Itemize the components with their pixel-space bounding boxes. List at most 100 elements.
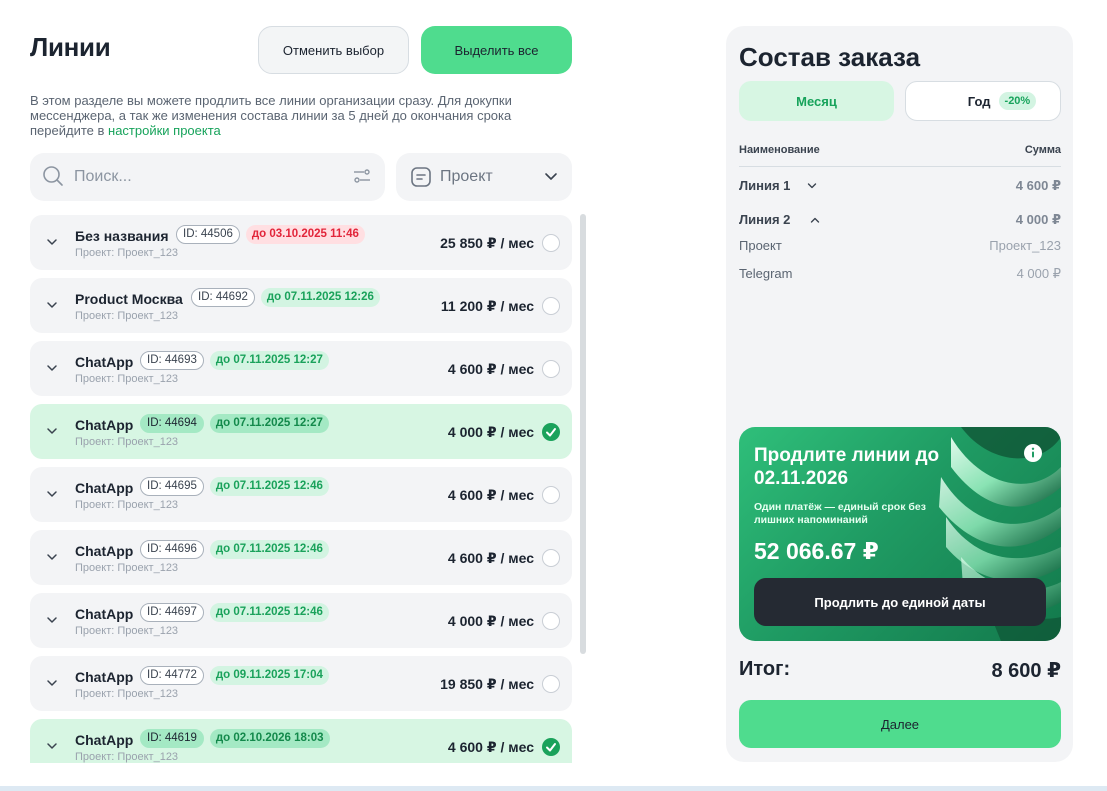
checkmark-icon (546, 428, 556, 437)
line-id-badge: ID: 44692 (191, 288, 255, 307)
checked-circle-icon[interactable] (542, 738, 560, 756)
line-project: Проект: Проект_123 (75, 562, 179, 574)
order-line-2[interactable]: Линия 2 4 000 ₽ (739, 212, 1061, 230)
line-expiry-badge: до 07.11.2025 12:46 (209, 603, 329, 622)
search-input[interactable] (74, 165, 334, 189)
info-icon[interactable] (1023, 443, 1043, 463)
cancel-selection-button[interactable]: Отменить выбор (258, 26, 409, 74)
line-badges: ID: 44696 до 07.11.2025 12:46 (140, 540, 329, 560)
line-row[interactable]: ChatApp ID: 44697 до 07.11.2025 12:46 Проек… (30, 593, 572, 648)
search-box[interactable] (30, 153, 385, 201)
promo-price: 52 066.67 ₽ (754, 538, 879, 564)
order-line-2-project: Проект Проект_123 (739, 238, 1061, 256)
total-value: 8 600 ₽ (991, 660, 1061, 682)
chevron-down-icon[interactable] (46, 678, 58, 688)
unchecked-circle-icon[interactable] (542, 486, 560, 504)
line-id-badge: ID: 44696 (140, 540, 204, 559)
checked-circle-icon[interactable] (542, 423, 560, 441)
line-badges: ID: 44692 до 07.11.2025 12:26 (191, 288, 380, 308)
line-price: 4 600 ₽ / мес (447, 739, 534, 755)
line-row[interactable]: ChatApp ID: 44696 до 07.11.2025 12:46 Проек… (30, 530, 572, 585)
column-sum-header: Сумма (1024, 144, 1061, 156)
next-button[interactable]: Далее (739, 700, 1061, 748)
chevron-down-icon[interactable] (46, 363, 58, 373)
chevron-down-icon[interactable] (46, 741, 58, 751)
line-price: 4 600 ₽ / мес (447, 550, 534, 566)
line-row[interactable]: ChatApp ID: 44694 до 07.11.2025 12:27 Проек… (30, 404, 572, 459)
promo-text: Один платёж — единый срок без лишних нап… (754, 501, 926, 526)
line-expiry-badge: до 07.11.2025 12:26 (260, 288, 380, 307)
detail-label: Проект (739, 238, 782, 253)
project-settings-link[interactable]: настройки проекта (108, 123, 221, 138)
chevron-down-icon[interactable] (46, 237, 58, 247)
promo-title: Продлите линии до 02.11.2026 (754, 445, 940, 489)
chevron-down-icon[interactable] (46, 489, 58, 499)
line-expiry-badge: до 09.11.2025 17:04 (209, 666, 329, 685)
line-price: 19 850 ₽ / мес (440, 676, 534, 692)
line-expiry-badge: до 07.11.2025 12:27 (209, 414, 329, 433)
filter-settings-icon[interactable] (353, 167, 371, 185)
column-name-header: Наименование (739, 144, 820, 156)
line-id-badge: ID: 44506 (176, 225, 240, 244)
unchecked-circle-icon[interactable] (542, 675, 560, 693)
extend-to-single-date-button[interactable]: Продлить до единой даты (754, 578, 1046, 626)
line-project: Проект: Проект_123 (75, 751, 179, 763)
period-year-tab[interactable]: Год -20% (905, 81, 1061, 121)
chevron-down-icon[interactable] (46, 552, 58, 562)
period-month-tab[interactable]: Месяц (739, 81, 894, 121)
line-row[interactable]: ChatApp ID: 44693 до 07.11.2025 12:27 Проек… (30, 341, 572, 396)
line-row[interactable]: ChatApp ID: 44772 до 09.11.2025 17:04 Проек… (30, 656, 572, 711)
line-row[interactable]: ChatApp ID: 44619 до 02.10.2026 18:03 Проек… (30, 719, 572, 763)
unchecked-circle-icon[interactable] (542, 549, 560, 567)
project-filter-select[interactable]: Проект (396, 153, 572, 201)
select-all-button[interactable]: Выделить все (421, 26, 572, 74)
lines-header: Линии Отменить выбор Выделить все (30, 26, 572, 74)
line-project: Проект: Проект_123 (75, 436, 179, 448)
chevron-down-icon[interactable] (46, 615, 58, 625)
line-expiry-badge: до 07.11.2025 12:46 (209, 540, 329, 559)
order-panel: Состав заказа Месяц Год -20% Наименование… (726, 26, 1073, 762)
line-name: ChatApp (75, 480, 134, 496)
unchecked-circle-icon[interactable] (542, 297, 560, 315)
line-price: 11 200 ₽ / мес (440, 298, 534, 314)
detail-value: Проект_123 (989, 238, 1061, 253)
line-expiry-badge: до 07.11.2025 12:27 (209, 351, 329, 370)
line-price: 4 600 ₽ / мес (447, 361, 534, 377)
line-name: Без названия (75, 228, 169, 244)
order-line-name: Линия 2 (739, 212, 791, 227)
promo-banner: Продлите линии до 02.11.2026 Один платёж… (739, 427, 1061, 641)
order-line-1[interactable]: Линия 1 4 600 ₽ (739, 178, 1061, 196)
chevron-down-icon[interactable] (46, 426, 58, 436)
line-price: 25 850 ₽ / мес (440, 235, 534, 251)
chevron-down-icon (545, 173, 557, 180)
chevron-down-icon (807, 183, 817, 189)
order-line-name: Линия 1 (739, 178, 791, 193)
project-filter-label: Проект (440, 168, 493, 185)
chevron-down-icon[interactable] (46, 300, 58, 310)
line-row[interactable]: ChatApp ID: 44695 до 07.11.2025 12:46 Проек… (30, 467, 572, 522)
line-name: ChatApp (75, 354, 134, 370)
line-id-badge: ID: 44697 (140, 603, 204, 622)
search-icon (43, 166, 63, 186)
line-row[interactable]: Без названия ID: 44506 до 03.10.2025 11:46… (30, 215, 572, 270)
unchecked-circle-icon[interactable] (542, 612, 560, 630)
line-name: Product Москва (75, 291, 183, 307)
line-expiry-badge: до 03.10.2025 11:46 (245, 225, 365, 244)
period-month-label: Месяц (796, 93, 837, 109)
line-badges: ID: 44772 до 09.11.2025 17:04 (140, 666, 329, 686)
unchecked-circle-icon[interactable] (542, 234, 560, 252)
discount-badge: -20% (998, 92, 1037, 110)
order-title: Состав заказа (739, 42, 921, 72)
line-name: ChatApp (75, 732, 134, 748)
line-badges: ID: 44619 до 02.10.2026 18:03 (140, 729, 330, 749)
line-badges: ID: 44506 до 03.10.2025 11:46 (176, 225, 365, 245)
line-id-badge: ID: 44772 (140, 666, 204, 685)
lines-scrollbar[interactable] (580, 214, 586, 654)
line-price: 4 000 ₽ / мес (447, 613, 534, 629)
page-title: Линии (30, 32, 111, 62)
line-price: 4 600 ₽ / мес (447, 487, 534, 503)
order-line-sum: 4 600 ₽ (1015, 178, 1061, 193)
line-row[interactable]: Product Москва ID: 44692 до 07.11.2025 12:… (30, 278, 572, 333)
order-line-sum: 4 000 ₽ (1015, 212, 1061, 227)
unchecked-circle-icon[interactable] (542, 360, 560, 378)
